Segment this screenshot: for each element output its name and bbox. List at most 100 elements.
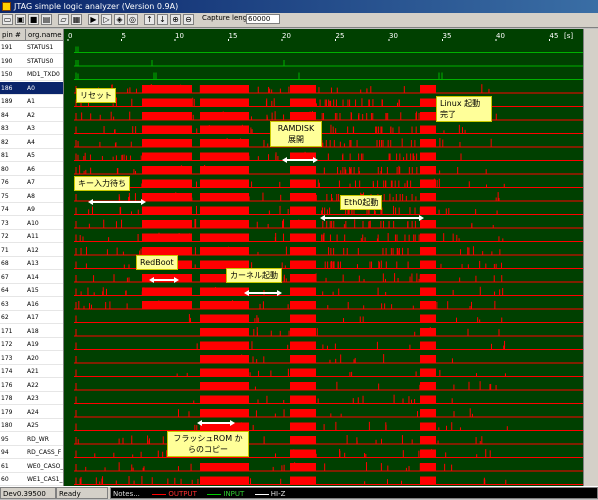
- signal-trace: [74, 354, 583, 364]
- trace-segment: [290, 98, 316, 107]
- pin-cell[interactable]: 95: [0, 433, 26, 446]
- signal-name-cell[interactable]: RD_CASS_F: [26, 446, 63, 459]
- open-file-icon[interactable]: ▱: [58, 14, 69, 25]
- signal-name-cell[interactable]: A3: [26, 122, 63, 135]
- pin-cell[interactable]: 80: [0, 163, 26, 176]
- pin-cell[interactable]: 75: [0, 190, 26, 203]
- up-arrow-icon[interactable]: ↑: [144, 14, 155, 25]
- trace-segment: [200, 152, 249, 161]
- signal-trace: [74, 435, 583, 445]
- pin-cell[interactable]: 76: [0, 176, 26, 189]
- pin-cell[interactable]: 186: [0, 81, 26, 95]
- new-icon[interactable]: ▭: [2, 14, 13, 25]
- signal-trace: [74, 192, 583, 202]
- signal-name-cell[interactable]: WE0_CASO_D: [26, 460, 63, 473]
- signal-name-cell[interactable]: A4: [26, 136, 63, 149]
- signal-name-cell[interactable]: A22: [26, 379, 63, 392]
- pin-cell[interactable]: 179: [0, 406, 26, 419]
- pin-cell[interactable]: 84: [0, 109, 26, 122]
- signal-name-cell[interactable]: A16: [26, 298, 63, 311]
- signal-name-cell[interactable]: A20: [26, 352, 63, 365]
- signal-name-cell[interactable]: A11: [26, 230, 63, 243]
- pin-cell[interactable]: 71: [0, 244, 26, 257]
- signal-trace: [74, 408, 583, 418]
- pin-cell[interactable]: 173: [0, 352, 26, 365]
- trace-segment: [200, 287, 249, 296]
- signal-name-cell[interactable]: A14: [26, 271, 63, 284]
- signal-name-cell[interactable]: A24: [26, 406, 63, 419]
- pin-cell[interactable]: 174: [0, 365, 26, 378]
- capture-length-input[interactable]: 60000: [246, 14, 280, 24]
- signal-name-cell[interactable]: A19: [26, 338, 63, 351]
- signal-name-cell[interactable]: A5: [26, 149, 63, 162]
- pin-cell[interactable]: 150: [0, 68, 26, 81]
- zoom-in-icon[interactable]: ⊕: [170, 14, 181, 25]
- signal-name-cell[interactable]: A9: [26, 203, 63, 216]
- signal-name-cell[interactable]: A1: [26, 95, 63, 108]
- pin-cell[interactable]: 61: [0, 460, 26, 473]
- trigger-icon[interactable]: ◈: [114, 14, 125, 25]
- pin-cell[interactable]: 63: [0, 298, 26, 311]
- trace-segment: [290, 409, 316, 417]
- pin-cell[interactable]: 94: [0, 446, 26, 459]
- pin-cell[interactable]: 62: [0, 311, 26, 324]
- signal-name-cell[interactable]: A8: [26, 190, 63, 203]
- pin-cell[interactable]: 72: [0, 230, 26, 243]
- trace-segment: [420, 274, 436, 282]
- input-legend-label: INPUT: [223, 490, 245, 498]
- signal-name-cell[interactable]: A0: [26, 81, 63, 95]
- signal-name-cell[interactable]: A6: [26, 163, 63, 176]
- time-tick-label: [s]: [564, 32, 573, 40]
- signal-name-cell[interactable]: A10: [26, 217, 63, 230]
- pin-cell[interactable]: 67: [0, 271, 26, 284]
- pin-cell[interactable]: 74: [0, 203, 26, 216]
- signal-name-cell[interactable]: MD1_TXD0: [26, 68, 63, 81]
- trace-segment: [420, 328, 436, 336]
- signal-name-cell[interactable]: A13: [26, 257, 63, 270]
- pin-cell[interactable]: 64: [0, 284, 26, 297]
- pin-cell[interactable]: 191: [0, 41, 26, 54]
- signal-name-cell[interactable]: A12: [26, 244, 63, 257]
- time-tick-label: 35: [443, 32, 452, 40]
- open-icon[interactable]: ▣: [15, 14, 26, 25]
- pin-cell[interactable]: 82: [0, 136, 26, 149]
- pin-cell[interactable]: 189: [0, 95, 26, 108]
- save-icon[interactable]: ■: [28, 14, 39, 25]
- name-column-header[interactable]: org.name: [26, 29, 64, 41]
- signal-name-cell[interactable]: A7: [26, 176, 63, 189]
- save-file-icon[interactable]: ▦: [71, 14, 82, 25]
- signal-name-cell[interactable]: WE1_CAS1_D: [26, 473, 63, 486]
- signal-name-cell[interactable]: A15: [26, 284, 63, 297]
- signal-name-cell[interactable]: A23: [26, 392, 63, 405]
- signal-name-cell[interactable]: STATUS0: [26, 55, 63, 68]
- run-icon[interactable]: ▶: [88, 14, 99, 25]
- down-arrow-icon[interactable]: ↓: [157, 14, 168, 25]
- signal-name-cell[interactable]: STATUS1: [26, 41, 63, 54]
- signal-name-cell[interactable]: A17: [26, 311, 63, 324]
- signal-name-cell[interactable]: A25: [26, 419, 63, 432]
- pin-cell[interactable]: 81: [0, 149, 26, 162]
- signal-name-cell[interactable]: A21: [26, 365, 63, 378]
- signal-name-cell[interactable]: A2: [26, 109, 63, 122]
- signal-trace: [74, 286, 583, 296]
- pin-cell[interactable]: 178: [0, 392, 26, 405]
- step-icon[interactable]: ▷: [101, 14, 112, 25]
- pin-cell[interactable]: 171: [0, 325, 26, 338]
- title-bar: JTAG simple logic analyzer (Version 0.9A…: [0, 0, 598, 13]
- pin-cell[interactable]: 176: [0, 379, 26, 392]
- pin-cell[interactable]: 172: [0, 338, 26, 351]
- signal-name-cell[interactable]: A18: [26, 325, 63, 338]
- pin-column-header[interactable]: pin #: [0, 29, 26, 41]
- pin-cell[interactable]: 180: [0, 419, 26, 432]
- print-icon[interactable]: ▤: [41, 14, 52, 25]
- stop-icon[interactable]: ◎: [127, 14, 138, 25]
- waveform-panel[interactable]: 0 5 10 15 20 25 30 35 40 45 [s] リセット Linux 起動完了 RA…: [64, 29, 583, 486]
- zoom-out-icon[interactable]: ⊖: [183, 14, 194, 25]
- pin-cell[interactable]: 73: [0, 217, 26, 230]
- pin-cell[interactable]: 190: [0, 55, 26, 68]
- signal-name-cell[interactable]: RD_WR: [26, 433, 63, 446]
- pin-cell[interactable]: 60: [0, 473, 26, 486]
- vertical-scrollbar[interactable]: [583, 29, 598, 486]
- pin-cell[interactable]: 83: [0, 122, 26, 135]
- pin-cell[interactable]: 68: [0, 257, 26, 270]
